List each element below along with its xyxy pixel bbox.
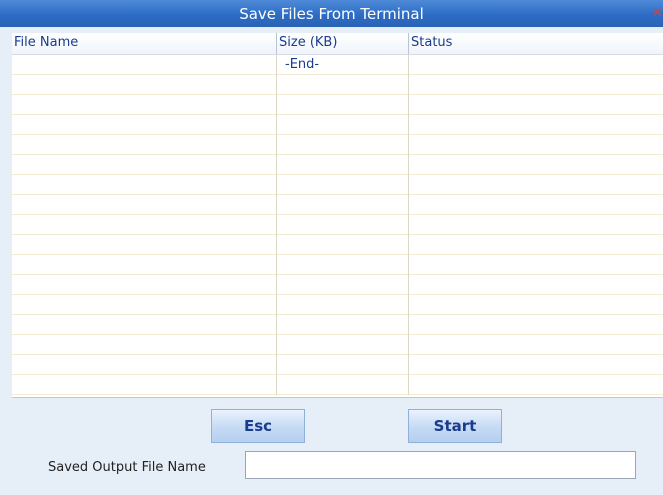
file-name-cell xyxy=(12,95,276,115)
column-header-file-name[interactable]: File Name xyxy=(12,33,276,54)
table-row[interactable] xyxy=(12,95,663,115)
status-cell xyxy=(408,235,663,255)
size-cell xyxy=(276,115,408,135)
table-row[interactable] xyxy=(12,115,663,135)
size-cell xyxy=(276,335,408,355)
close-icon[interactable]: ✕ xyxy=(652,7,663,20)
table-row[interactable] xyxy=(12,215,663,235)
status-cell xyxy=(408,335,663,355)
size-cell xyxy=(276,315,408,335)
table-row[interactable] xyxy=(12,255,663,275)
size-cell xyxy=(276,215,408,235)
file-name-cell xyxy=(12,175,276,195)
table-row[interactable] xyxy=(12,75,663,95)
file-table: File Name Size (KB) Status -End- xyxy=(12,33,663,397)
table-body: -End- xyxy=(12,55,663,395)
table-row[interactable] xyxy=(12,335,663,355)
size-cell xyxy=(276,235,408,255)
size-cell xyxy=(276,195,408,215)
status-cell xyxy=(408,115,663,135)
status-cell xyxy=(408,295,663,315)
file-name-cell xyxy=(12,375,276,395)
table-row[interactable] xyxy=(12,235,663,255)
status-cell xyxy=(408,215,663,235)
size-cell xyxy=(276,155,408,175)
table-row[interactable] xyxy=(12,195,663,215)
file-name-cell xyxy=(12,55,276,75)
title-bar[interactable]: Save Files From Terminal ✕ xyxy=(0,0,663,27)
size-cell xyxy=(276,375,408,395)
file-name-cell xyxy=(12,315,276,335)
window-title: Save Files From Terminal xyxy=(239,5,424,23)
table-row[interactable] xyxy=(12,175,663,195)
file-name-cell xyxy=(12,75,276,95)
saved-output-file-name-label: Saved Output File Name xyxy=(48,460,206,475)
start-button[interactable]: Start xyxy=(408,409,502,443)
table-row[interactable] xyxy=(12,355,663,375)
file-name-cell xyxy=(12,335,276,355)
size-cell xyxy=(276,175,408,195)
save-files-dialog: Save Files From Terminal ✕ File Name Siz… xyxy=(0,0,663,495)
status-cell xyxy=(408,175,663,195)
status-cell xyxy=(408,375,663,395)
status-cell xyxy=(408,255,663,275)
status-cell xyxy=(408,195,663,215)
file-name-cell xyxy=(12,215,276,235)
status-cell xyxy=(408,55,663,75)
size-cell xyxy=(276,295,408,315)
status-cell xyxy=(408,75,663,95)
file-name-cell xyxy=(12,275,276,295)
status-cell xyxy=(408,155,663,175)
size-cell xyxy=(276,75,408,95)
table-row[interactable]: -End- xyxy=(12,55,663,75)
table-row[interactable] xyxy=(12,275,663,295)
file-name-cell xyxy=(12,235,276,255)
table-row[interactable] xyxy=(12,295,663,315)
table-row[interactable] xyxy=(12,155,663,175)
file-name-cell xyxy=(12,155,276,175)
status-cell xyxy=(408,315,663,335)
size-cell xyxy=(276,275,408,295)
size-cell xyxy=(276,135,408,155)
table-row[interactable] xyxy=(12,315,663,335)
file-name-cell xyxy=(12,295,276,315)
size-cell xyxy=(276,95,408,115)
table-row[interactable] xyxy=(12,135,663,155)
file-name-cell xyxy=(12,135,276,155)
column-header-size[interactable]: Size (KB) xyxy=(276,33,408,54)
file-name-cell xyxy=(12,355,276,375)
status-cell xyxy=(408,355,663,375)
status-cell xyxy=(408,135,663,155)
dialog-footer: Esc Start Saved Output File Name xyxy=(12,397,663,495)
status-cell xyxy=(408,275,663,295)
file-name-cell xyxy=(12,255,276,275)
size-cell xyxy=(276,355,408,375)
saved-output-file-name-input[interactable] xyxy=(245,451,636,479)
column-header-status[interactable]: Status xyxy=(408,33,663,54)
size-cell xyxy=(276,255,408,275)
status-cell xyxy=(408,95,663,115)
file-name-cell xyxy=(12,115,276,135)
esc-button[interactable]: Esc xyxy=(211,409,305,443)
table-header: File Name Size (KB) Status xyxy=(12,33,663,55)
table-row[interactable] xyxy=(12,375,663,395)
size-cell: -End- xyxy=(276,55,408,75)
file-name-cell xyxy=(12,195,276,215)
